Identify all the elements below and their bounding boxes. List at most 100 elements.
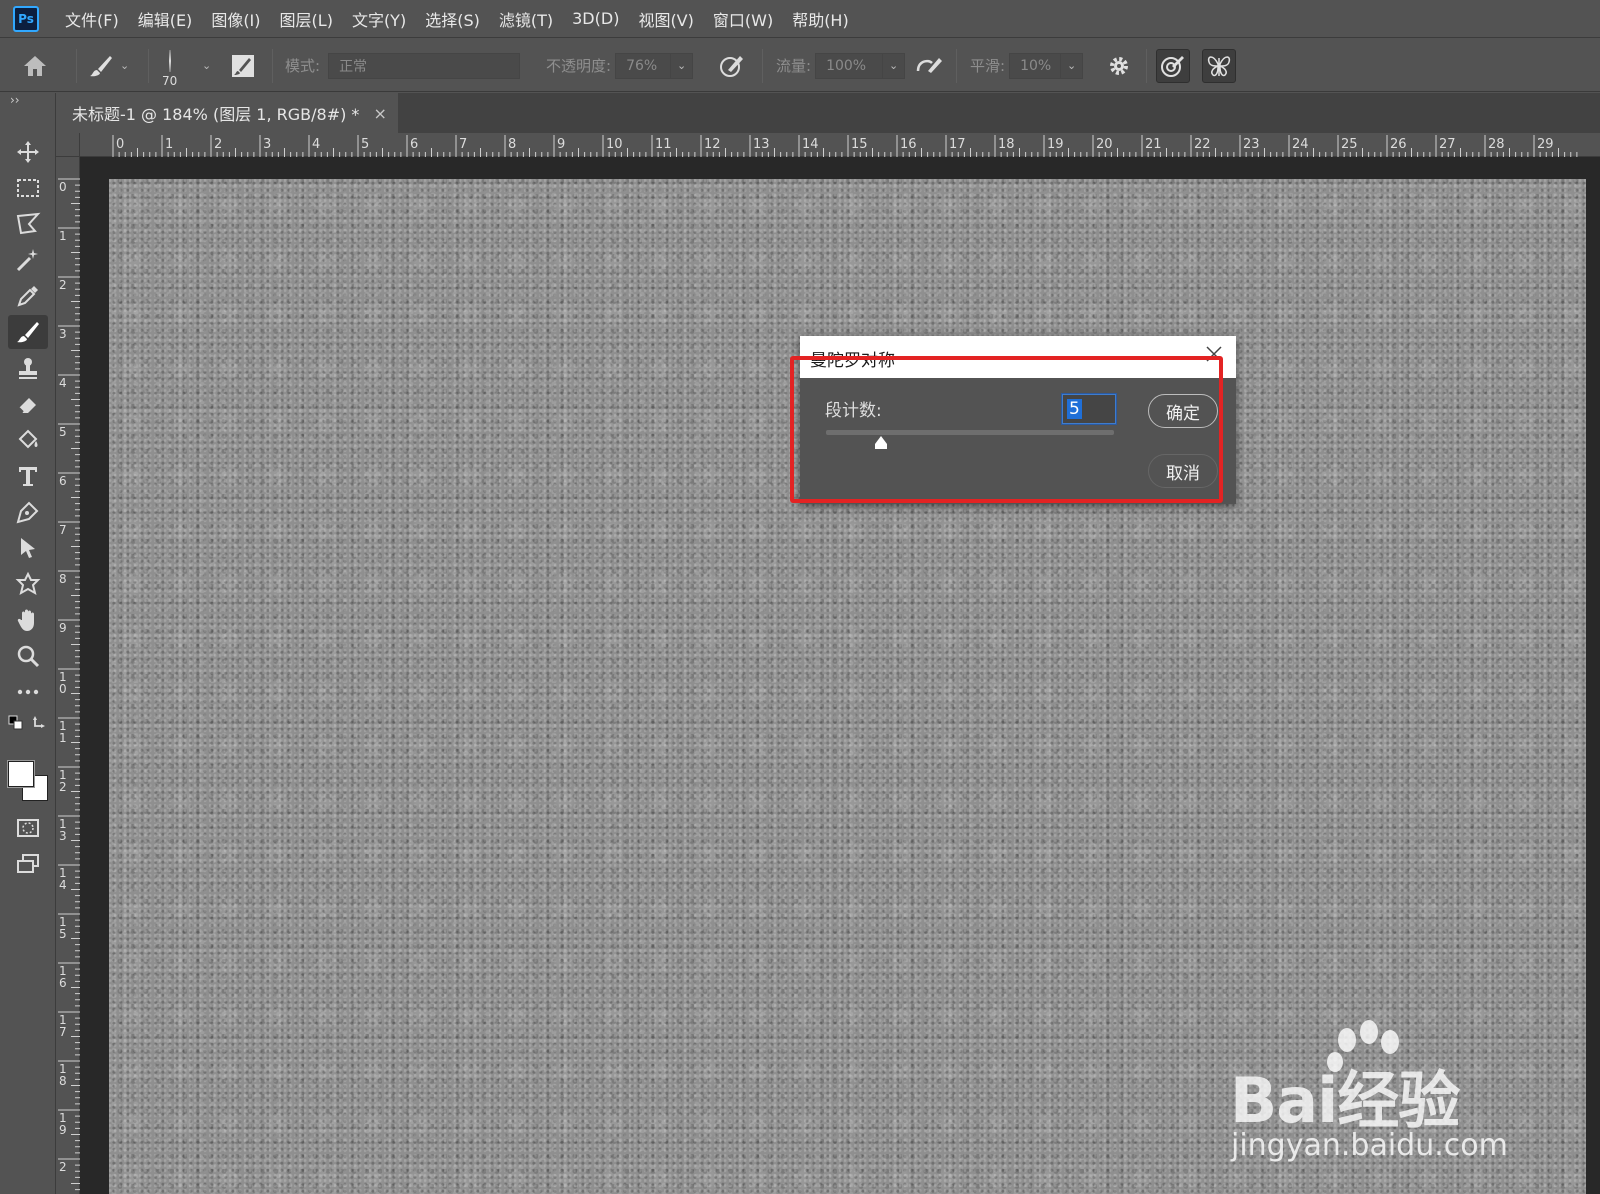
quick-mask-button[interactable] (8, 811, 48, 845)
brush-settings-button[interactable] (230, 39, 256, 92)
smoothing-dropdown[interactable]: ⌄ (1061, 52, 1084, 79)
watermark-brand: Bai经验 (1230, 1064, 1460, 1137)
menu-view[interactable]: 视图(V) (638, 7, 693, 31)
opacity-input[interactable]: 76% (615, 52, 672, 79)
paint-bucket-icon (18, 429, 38, 449)
options-bar: ⌄ 70 ⌄ 模式: 正常 不透明度: 76% ⌄ 流量: 100% ⌄ 平滑:… (0, 39, 1600, 92)
ruler-label: 4 (59, 878, 67, 892)
chevron-down-icon: ⌄ (1066, 59, 1077, 72)
ruler-label: 11 (655, 137, 672, 152)
path-selection-tool[interactable] (8, 531, 48, 565)
ruler-label: 8 (59, 1074, 67, 1088)
smoothing-group: 平滑: 10% ⌄ (970, 39, 1084, 92)
ruler-label: 21 (1145, 137, 1162, 152)
ruler-label: 19 (1047, 137, 1064, 152)
magic-wand-icon (16, 249, 38, 272)
ruler-label: 0 (59, 682, 67, 696)
mode-select[interactable]: 正常 (328, 52, 521, 79)
clone-stamp-tool[interactable] (8, 351, 48, 385)
menu-filter[interactable]: 滤镜(T) (499, 7, 553, 31)
zoom-tool[interactable] (8, 639, 48, 673)
gear-icon (1110, 56, 1128, 75)
move-tool[interactable] (8, 135, 48, 169)
symmetry-button[interactable] (1202, 48, 1236, 83)
horizontal-ruler[interactable]: 0 1 2 3 4 5 6 7 8 9 10 11 12 13 14 15 16 17 18 19 20 21 22 23 24… (56, 133, 1600, 157)
menu-3d[interactable]: 3D(D) (572, 9, 619, 28)
smoothing-input[interactable]: 10% (1009, 52, 1062, 79)
airbrush-button[interactable] (914, 39, 944, 92)
magic-wand-tool[interactable] (8, 243, 48, 277)
ruler-label: 9 (59, 621, 67, 635)
foreground-color-swatch[interactable] (7, 760, 35, 788)
eyedropper-tool[interactable] (8, 279, 48, 313)
edit-toolbar-button[interactable] (8, 675, 48, 709)
menu-layer[interactable]: 图层(L) (280, 7, 333, 31)
opacity-dropdown[interactable]: ⌄ (671, 52, 694, 79)
quick-mask-icon (17, 819, 39, 837)
pressure-size-button[interactable] (1156, 48, 1190, 83)
eraser-tool[interactable] (8, 387, 48, 421)
vertical-ruler[interactable]: 0123456789101112131415161718192 (56, 157, 80, 1194)
type-tool[interactable] (8, 459, 48, 493)
more-icon (17, 689, 39, 695)
hand-tool[interactable] (8, 603, 48, 637)
menu-edit[interactable]: 编辑(E) (138, 7, 193, 31)
menu-file[interactable]: 文件(F) (65, 7, 119, 31)
document-tab[interactable]: 未标题-1 @ 184% (图层 1, RGB/8#) * × (56, 93, 398, 133)
brush-picker[interactable]: 70 (162, 39, 177, 92)
tools-panel: ›› (0, 93, 56, 1194)
marquee-tool[interactable] (8, 171, 48, 205)
menu-select[interactable]: 选择(S) (425, 7, 480, 31)
screen-mode-icon (17, 854, 39, 873)
swap-colors-icon[interactable] (32, 713, 48, 729)
home-button[interactable] (22, 39, 48, 92)
pressure-opacity-button[interactable] (718, 39, 746, 92)
ruler-label: 20 (1096, 137, 1113, 152)
ruler-origin[interactable] (56, 133, 80, 157)
mode-value: 正常 (339, 58, 368, 75)
lasso-tool[interactable] (8, 207, 48, 241)
ruler-label: 15 (851, 137, 868, 152)
menu-window[interactable]: 窗口(W) (713, 7, 773, 31)
pressure-size-wrapper (1156, 39, 1190, 92)
menu-help[interactable]: 帮助(H) (792, 7, 849, 31)
flow-group: 流量: 100% ⌄ (776, 39, 906, 92)
tool-preset-picker[interactable]: ⌄ (88, 39, 129, 92)
flow-input[interactable]: 100% (815, 52, 884, 79)
menu-bar: Ps 文件(F) 编辑(E) 图像(I) 图层(L) 文字(Y) 选择(S) 滤… (0, 0, 1600, 38)
pen-tool[interactable] (8, 495, 48, 529)
opacity-group: 不透明度: 76% ⌄ (546, 39, 694, 92)
ruler-label: 16 (900, 137, 917, 152)
default-colors-icon[interactable] (8, 715, 24, 731)
custom-shape-tool[interactable] (8, 567, 48, 601)
butterfly-icon (1207, 55, 1231, 76)
ruler-ticks: 0123456789101112131415161718192 (58, 178, 80, 1191)
color-swatches (7, 760, 50, 803)
ruler-ticks: 0 1 2 3 4 5 6 7 8 9 10 11 12 13 14 15 16 17 18 19 20 21 22 23 24… (112, 135, 1578, 157)
ruler-label: 4 (312, 137, 320, 152)
ruler-label: 3 (263, 137, 271, 152)
ruler-label: 1 (59, 229, 67, 243)
watermark-url: jingyan.baidu.com (1231, 1128, 1508, 1163)
airbrush-icon (916, 57, 942, 73)
menu-image[interactable]: 图像(I) (211, 7, 260, 31)
ruler-label: 13 (753, 137, 770, 152)
home-icon (24, 55, 46, 76)
close-icon[interactable]: × (373, 104, 386, 123)
smoothing-options-button[interactable] (1106, 39, 1132, 92)
document-tabs: 未标题-1 @ 184% (图层 1, RGB/8#) * × (56, 93, 1600, 133)
separator (272, 49, 273, 83)
ruler-label: 7 (59, 523, 67, 537)
chevron-down-icon[interactable]: ⌄ (202, 39, 211, 92)
collapse-toolbar-button[interactable]: ›› (10, 93, 20, 107)
separator (76, 49, 77, 83)
screen-mode-button[interactable] (8, 847, 48, 881)
ruler-label: 0 (59, 180, 67, 194)
chevron-down-icon: ⌄ (676, 59, 687, 72)
menu-type[interactable]: 文字(Y) (352, 7, 406, 31)
brush-tool[interactable] (8, 315, 48, 349)
flow-dropdown[interactable]: ⌄ (883, 52, 906, 79)
separator (148, 49, 149, 83)
paint-bucket-tool[interactable] (8, 423, 48, 457)
ruler-label: 12 (704, 137, 721, 152)
